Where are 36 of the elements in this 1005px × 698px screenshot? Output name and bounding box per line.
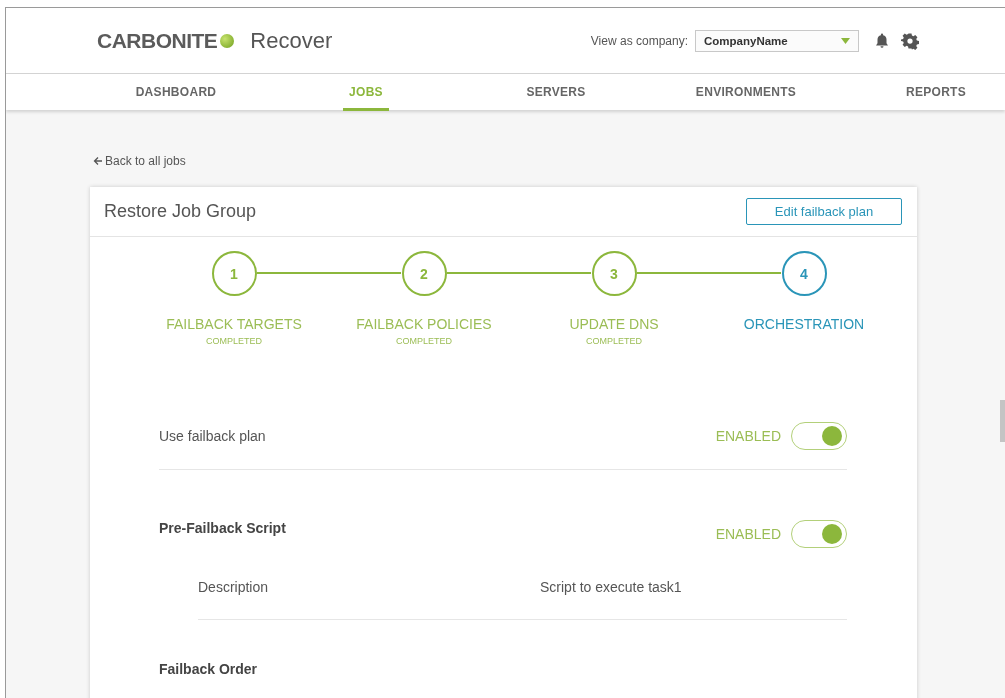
step-status: COMPLETED xyxy=(206,336,262,346)
logo-ball-icon xyxy=(220,33,235,48)
step-circle: 2 xyxy=(401,251,447,296)
arrow-left-icon xyxy=(93,156,103,166)
section-heading: Pre-Failback Script xyxy=(159,520,286,536)
step-label: UPDATE DNS xyxy=(569,316,659,332)
company-label: View as company: xyxy=(590,33,688,48)
detail-label: Description xyxy=(198,579,270,595)
toggle-status: ENABLED xyxy=(715,526,781,542)
section-heading: Failback Order xyxy=(159,661,258,677)
nav-tab[interactable]: ENVIRONMENTS xyxy=(689,74,803,111)
step-label: FAILBACK TARGETS xyxy=(166,316,302,332)
logo: CARBONITE xyxy=(97,28,218,53)
company-select[interactable]: CompanyName xyxy=(695,29,859,52)
edit-plan-button[interactable]: Edit failback plan xyxy=(746,198,902,225)
scrollbar-thumb[interactable] xyxy=(1000,400,1005,442)
step-status: COMPLETED xyxy=(586,336,642,346)
settings-icon[interactable] xyxy=(901,31,919,50)
step-circle: 1 xyxy=(211,251,257,296)
card-title: Restore Job Group xyxy=(104,201,257,222)
toggle-status: ENABLED xyxy=(715,427,781,444)
step-circle: 4 xyxy=(781,251,827,296)
toggle-switch[interactable] xyxy=(791,421,847,450)
detail-value: Script to execute task1 xyxy=(540,579,682,595)
nav-tab[interactable]: DASHBOARD xyxy=(129,74,223,111)
app-name: Recover xyxy=(250,27,333,54)
nav-tab[interactable]: SERVERS xyxy=(520,74,592,111)
step-status: COMPLETED xyxy=(396,336,452,346)
step-label: FAILBACK POLICIES xyxy=(356,316,492,332)
nav-tab[interactable]: REPORTS xyxy=(899,74,973,111)
step-circle: 3 xyxy=(591,251,637,296)
bell-icon[interactable] xyxy=(873,31,891,50)
toggle-switch[interactable] xyxy=(791,520,847,548)
caret-icon xyxy=(841,37,850,44)
setting-label: Use failback plan xyxy=(159,427,266,444)
step-label: ORCHESTRATION xyxy=(743,316,865,332)
